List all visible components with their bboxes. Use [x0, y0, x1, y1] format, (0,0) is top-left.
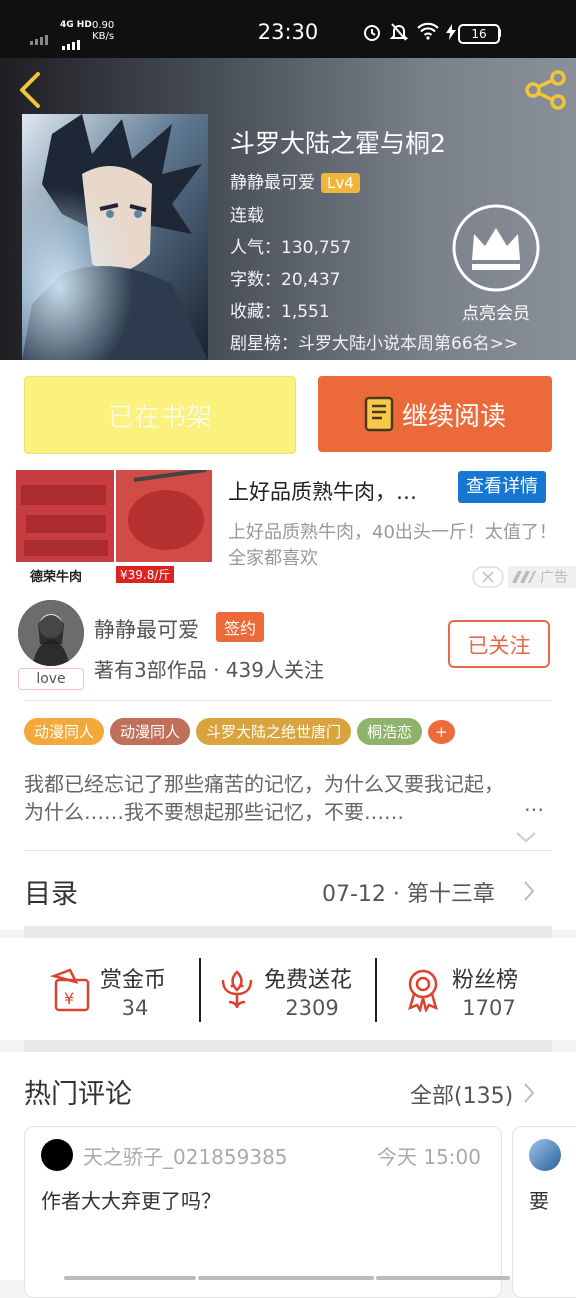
ad-description: 上好品质熟牛肉，40出头一斤！太值了！全家都喜欢	[228, 522, 557, 569]
continue-reading-button[interactable]: 继续阅读	[318, 376, 552, 452]
add-tag-button[interactable]: +	[428, 720, 455, 744]
fans-label: 粉丝榜	[452, 968, 519, 993]
divider	[24, 700, 552, 701]
scroll-indicator	[64, 1276, 196, 1280]
stats-row: ¥ 赏金币 34 免费送花 2309 粉丝榜 1707	[0, 938, 576, 1040]
serial-status: 连载	[230, 206, 264, 226]
hot-comments-section: 热门评论 全部(135) 天之骄子_021859385 今天 15:00 作者大…	[0, 1052, 576, 1298]
chevron-right-icon[interactable]	[522, 1082, 536, 1104]
comment-avatar[interactable]	[41, 1139, 73, 1171]
mute-icon	[390, 23, 408, 41]
follow-button[interactable]: 已关注	[448, 620, 550, 668]
battery-tip	[498, 29, 501, 37]
alarm-icon	[364, 25, 380, 41]
scroll-indicator	[376, 1276, 510, 1280]
flower-label: 免费送花	[264, 968, 353, 993]
vip-label[interactable]: 点亮会员	[444, 299, 548, 324]
scroll-indicator	[198, 1276, 374, 1280]
synopsis-more: …	[524, 792, 544, 816]
charging-icon	[446, 24, 456, 40]
tag-chip[interactable]: 动漫同人	[110, 718, 191, 745]
author-line: 静静最可爱 Lv4	[230, 168, 360, 193]
comment-time: 今天 15:00	[377, 1145, 481, 1169]
tag-list: 动漫同人 动漫同人 斗罗大陆之绝世唐门 桐浩恋 +	[24, 718, 461, 745]
author-stats: 著有3部作品 · 439人关注	[94, 658, 324, 682]
book-cover-image	[22, 114, 208, 360]
author-name-2[interactable]: 静静最可爱	[94, 614, 199, 644]
ad-title: 上好品质熟牛肉，…	[228, 480, 417, 504]
comment-card[interactable]: 要	[512, 1126, 576, 1298]
comment-text: 要	[529, 1189, 549, 1213]
avatar-tag: love	[18, 668, 84, 690]
divider	[24, 850, 552, 851]
fans-value: 1707	[462, 996, 516, 1020]
crown-icon[interactable]	[450, 202, 542, 294]
book-icon	[364, 396, 394, 432]
book-title: 斗罗大陆之霍与桐2	[230, 129, 446, 158]
ad-image-caption: 德荣牛肉	[30, 570, 83, 585]
synopsis: 我都已经忘记了那些痛苦的记忆，为什么又要我记起，为什么……我不要想起那些记忆，不…	[24, 772, 504, 824]
reward-value: 34	[121, 996, 149, 1020]
chevron-down-icon[interactable]	[514, 830, 538, 844]
share-icon[interactable]	[524, 70, 568, 110]
tag-chip[interactable]: 斗罗大陆之绝世唐门	[196, 718, 352, 745]
all-comments-link[interactable]: 全部(135)	[410, 1078, 513, 1110]
tag-chip[interactable]: 动漫同人	[24, 718, 105, 745]
ad-image-price: ¥39.8/斤	[116, 566, 175, 583]
reward-coin-item[interactable]: ¥ 赏金币 34	[0, 938, 200, 1040]
status-bar: 4G HD 0.90 KB/s 23:30 16	[0, 0, 576, 58]
ad-banner[interactable]: 德荣牛肉 ¥39.8/斤 上好品质熟牛肉，… 查看详情 上好品质熟牛肉，40出头…	[0, 468, 576, 594]
catalog-label: 目录	[24, 879, 78, 910]
ranking-link[interactable]: 剧星榜：斗罗大陆小说本周第66名>>	[230, 329, 518, 354]
svg-text:¥: ¥	[64, 989, 74, 1008]
avatar[interactable]	[18, 600, 84, 666]
comment-avatar[interactable]	[529, 1139, 561, 1171]
fan-ranking-item[interactable]: 粉丝榜 1707	[378, 938, 576, 1040]
comment-card[interactable]: 天之骄子_021859385 今天 15:00 作者大大弃更了吗？	[24, 1126, 502, 1298]
chevron-right-icon	[524, 881, 535, 901]
signed-badge: 签约	[216, 612, 265, 642]
popularity-stat: 人气：130,757	[230, 238, 352, 258]
continue-reading-label: 继续阅读	[401, 401, 506, 432]
avatar-image	[18, 600, 84, 666]
book-header: 斗罗大陆之霍与桐2 静静最可爱 Lv4 连载 人气：130,757 字数：20,4…	[0, 58, 576, 360]
action-bar: 已在书架 继续阅读	[0, 360, 576, 470]
author-name[interactable]: 静静最可爱	[230, 173, 315, 193]
red-envelope-icon: ¥	[50, 968, 90, 1012]
catalog-row[interactable]: 目录 07-12 · 第十三章	[0, 850, 576, 930]
divider	[199, 958, 201, 1022]
in-bookshelf-label: 已在书架	[107, 402, 212, 433]
battery-indicator: 16	[458, 24, 500, 44]
ad-label: 广告	[540, 570, 568, 586]
reward-label: 赏金币	[100, 968, 167, 993]
ad-tag: 广告	[508, 566, 576, 588]
level-badge: Lv4	[321, 173, 360, 193]
medal-icon	[408, 969, 438, 1012]
ad-detail-button[interactable]: 查看详情	[458, 471, 546, 503]
comment-user[interactable]: 天之骄子_021859385	[83, 1141, 288, 1170]
free-flower-item[interactable]: 免费送花 2309	[202, 938, 376, 1040]
back-arrow-icon[interactable]	[16, 70, 44, 110]
latest-chapter: 07-12 · 第十三章	[322, 882, 495, 907]
flower-icon	[221, 970, 253, 1009]
ad-close-icon[interactable]	[472, 566, 504, 588]
wifi-icon	[417, 22, 439, 40]
comments-title: 热门评论	[24, 1079, 132, 1110]
in-bookshelf-button[interactable]: 已在书架	[24, 376, 296, 454]
flower-value: 2309	[285, 996, 339, 1020]
divider	[375, 958, 377, 1022]
comment-text: 作者大大弃更了吗？	[41, 1189, 221, 1213]
tag-chip[interactable]: 桐浩恋	[357, 718, 423, 745]
word-count-stat: 字数：20,437	[230, 270, 341, 290]
book-cover[interactable]	[22, 114, 208, 360]
favorites-stat: 收藏：1,551	[230, 302, 330, 322]
ad-logo-icon	[512, 571, 536, 583]
